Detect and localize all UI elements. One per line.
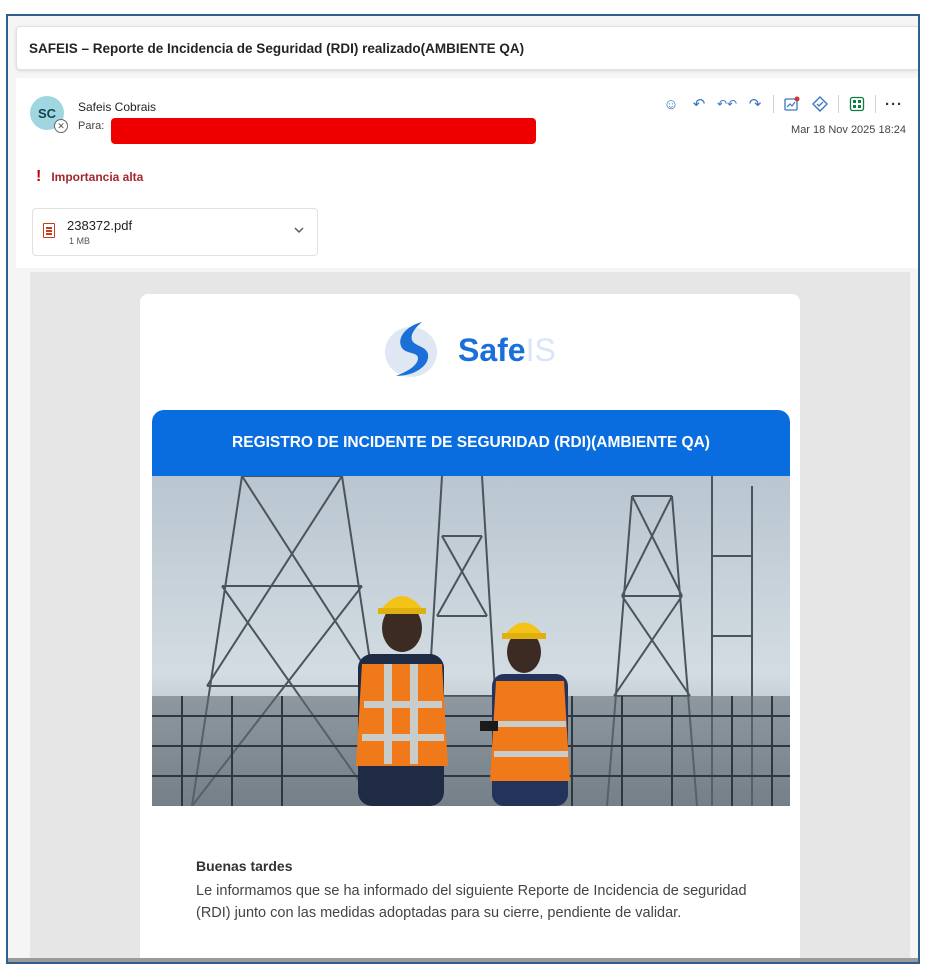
forward-icon[interactable]: ↷: [743, 92, 767, 116]
toolbar-divider: [773, 95, 774, 113]
apps-icon[interactable]: [845, 92, 869, 116]
received-date: Mar 18 Nov 2025 18:24: [791, 124, 906, 136]
recipient-redacted: [111, 118, 536, 144]
importance-flag: ! Importancia alta: [36, 168, 143, 186]
logo-text: SafeIS: [458, 332, 556, 369]
greeting: Buenas tardes: [196, 858, 293, 874]
email-window: SAFEIS – Reporte de Incidencia de Seguri…: [6, 14, 920, 964]
importance-label: Importancia alta: [51, 170, 144, 184]
logo-suffix: IS: [525, 332, 556, 368]
presence-blocked-icon: ✕: [54, 119, 68, 133]
exclamation-icon: !: [36, 168, 42, 185]
body-paragraph: Le informamos que se ha informado del si…: [196, 883, 747, 921]
window-bottom-edge: [8, 958, 918, 962]
email-body: SafeIS REGISTRO DE INCIDENTE DE SEGURIDA…: [30, 272, 910, 962]
attachment-card[interactable]: 238372.pdf 1 MB: [32, 208, 318, 256]
logo-main: Safe: [458, 332, 526, 368]
to-label: Para:: [78, 120, 105, 132]
workers-photo: [152, 476, 790, 806]
message-toolbar: ☺ ↶ ↶↶ ↷ ···: [659, 92, 906, 116]
email-card: SafeIS REGISTRO DE INCIDENTE DE SEGURIDA…: [140, 294, 800, 962]
attachment-name: 238372.pdf: [67, 218, 133, 233]
more-icon[interactable]: ···: [882, 92, 906, 116]
safeis-logo: SafeIS: [378, 314, 578, 384]
toolbar-divider: [838, 95, 839, 113]
toolbar-divider: [875, 95, 876, 113]
reply-all-icon[interactable]: ↶↶: [715, 92, 739, 116]
attachment-size: 1 MB: [69, 236, 91, 246]
chevron-down-icon[interactable]: [293, 223, 305, 239]
pdf-file-icon: [43, 223, 55, 238]
emoji-icon[interactable]: ☺: [659, 92, 683, 116]
report-icon[interactable]: [780, 92, 804, 116]
email-banner: REGISTRO DE INCIDENTE DE SEGURIDAD (RDI)…: [152, 410, 790, 476]
reply-icon[interactable]: ↶: [687, 92, 711, 116]
subject-title: SAFEIS – Reporte de Incidencia de Seguri…: [16, 26, 918, 70]
safeis-logo-mark-icon: [385, 322, 437, 377]
tag-icon[interactable]: [808, 92, 832, 116]
message-header: SC ✕ Safeis Cobrais Para: ☺ ↶ ↶↶ ↷ ··· M…: [16, 78, 918, 268]
sender-name[interactable]: Safeis Cobrais: [78, 100, 156, 114]
